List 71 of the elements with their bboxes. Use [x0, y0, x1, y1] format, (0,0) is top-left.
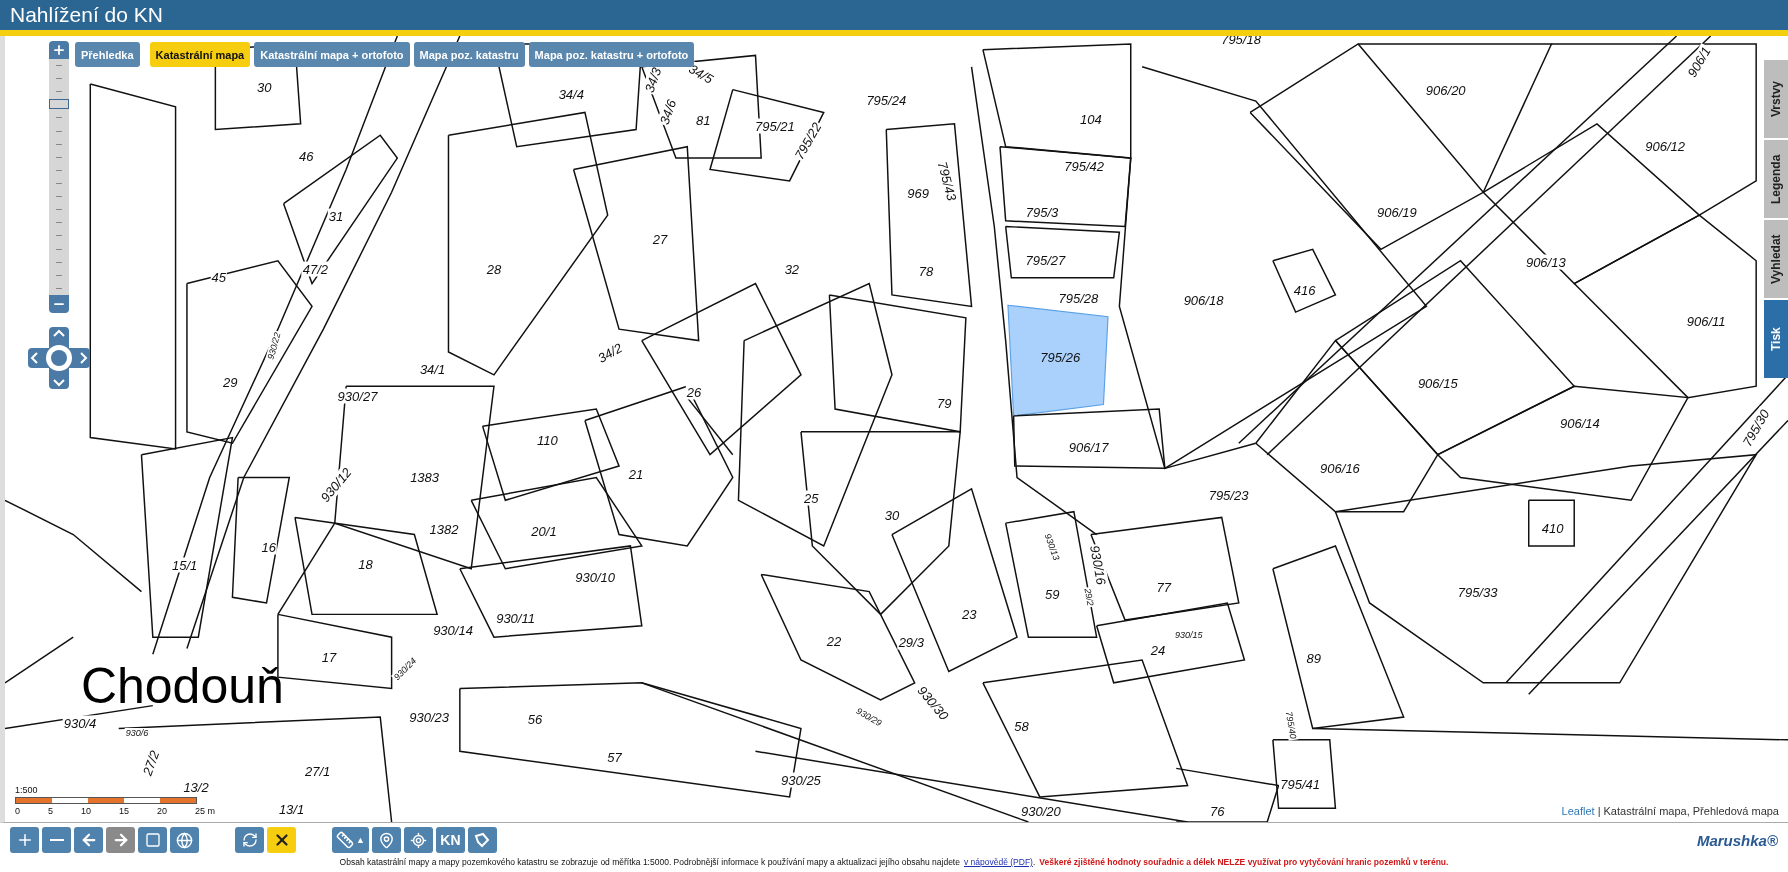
- zoom-out-button[interactable]: [42, 827, 71, 853]
- close-button[interactable]: [267, 827, 296, 853]
- square-icon: [144, 832, 161, 848]
- parcel-number: 930/22: [265, 330, 284, 362]
- parcel-number: 26: [685, 384, 703, 400]
- parcel-number: 31: [327, 208, 345, 224]
- measure-button[interactable]: ▲: [332, 827, 369, 853]
- parcel-number: 930/6: [124, 728, 150, 738]
- parcel-number: 930/27: [336, 389, 379, 404]
- zoom-slider-thumb[interactable]: [49, 98, 69, 109]
- zoom-in-button[interactable]: [10, 827, 39, 853]
- parcel-number: 45: [210, 269, 227, 285]
- minus-icon: [49, 839, 64, 841]
- attribution-separator: |: [1597, 805, 1601, 817]
- refresh-button[interactable]: [235, 827, 264, 853]
- polygon-select-button[interactable]: [467, 827, 497, 853]
- polygon-icon: [474, 832, 491, 848]
- ruler-icon: [336, 831, 354, 849]
- app-title: Nahlížení do KN: [10, 3, 163, 27]
- scale-tick-label: 5: [48, 806, 53, 816]
- scale-tick-label: 0: [15, 806, 20, 816]
- parcel-number: 29/2: [1082, 586, 1096, 608]
- full-extent-button[interactable]: [170, 827, 199, 853]
- zoom-out-button[interactable]: [49, 295, 69, 313]
- zoom-slider[interactable]: [49, 59, 69, 295]
- scale-tick-label: 15: [118, 806, 129, 816]
- warning-text: Veškeré zjištěné hodnoty souřadnic a délek NELZE využívat pro vytyčování hranic pozemků v terénu.: [1039, 857, 1449, 867]
- parcel-number: 795/26: [1039, 349, 1082, 365]
- map-type-tab[interactable]: Mapa poz. katastru: [413, 42, 525, 67]
- locate-button[interactable]: [403, 827, 433, 853]
- footer-period: .: [1032, 857, 1036, 867]
- map-type-tab[interactable]: Přehledka: [75, 42, 140, 67]
- side-panel-tab[interactable]: Vrstvy: [1764, 60, 1788, 138]
- gps-button[interactable]: [371, 827, 401, 853]
- side-panel-tab[interactable]: Legenda: [1764, 140, 1788, 218]
- pan-control[interactable]: [28, 327, 90, 389]
- zoom-in-button[interactable]: [49, 41, 69, 59]
- plus-icon: [52, 43, 66, 57]
- footer-note: Obsah katastrální mapy a mapy pozemkového katastru se zobrazuje od měřítka 1:5000. Podrobnější informace k používání mapy a aktualizaci jejího obsahu najdete: [339, 857, 960, 867]
- map-type-tab[interactable]: Katastrální mapa: [149, 42, 251, 67]
- side-panel-tab[interactable]: Tisk: [1764, 300, 1788, 378]
- map-type-tab[interactable]: Katastrální mapa + ortofoto: [254, 42, 410, 67]
- parcel-number: 930/13: [1042, 531, 1063, 563]
- caret-icon: ▲: [356, 835, 365, 845]
- place-name: Chodouň: [80, 657, 284, 716]
- zoom-box-button[interactable]: [138, 827, 167, 853]
- scale-tick-label: 25 m: [194, 806, 215, 816]
- scale-tick-label: 10: [80, 806, 91, 816]
- crosshair-icon: [409, 831, 427, 849]
- attribution-text: Katastrální mapa, Přehledová mapa: [1603, 805, 1779, 817]
- parcel-number: 795/21: [753, 118, 796, 134]
- side-panel-tab[interactable]: Vyhledat: [1764, 220, 1788, 298]
- kn-button[interactable]: KN: [435, 827, 465, 853]
- parcel-number: 930/15: [1173, 629, 1204, 640]
- leaflet-link[interactable]: Leaflet: [1561, 805, 1595, 817]
- scale-tick-label: 20: [156, 806, 167, 816]
- globe-icon: [176, 831, 193, 849]
- back-button[interactable]: [74, 827, 103, 853]
- parcel-number: 930/4: [62, 715, 98, 731]
- marushka-logo: Marushka®: [1696, 831, 1778, 849]
- parcel-number: 16: [260, 539, 278, 555]
- refresh-icon: [241, 832, 258, 848]
- map-pin-icon: [377, 831, 395, 849]
- parcel-number: 795/40: [1283, 709, 1299, 741]
- scale-ratio: 1:500: [15, 785, 38, 795]
- help-link[interactable]: v nápovědě (PDF): [963, 857, 1033, 867]
- parcel-number: 906/13: [1524, 254, 1567, 270]
- parcel-number: 930/25: [780, 772, 822, 788]
- parcel-number: 25: [802, 490, 820, 506]
- parcel-number: 15/1: [171, 557, 199, 573]
- parcel-number: 47/2: [301, 261, 330, 277]
